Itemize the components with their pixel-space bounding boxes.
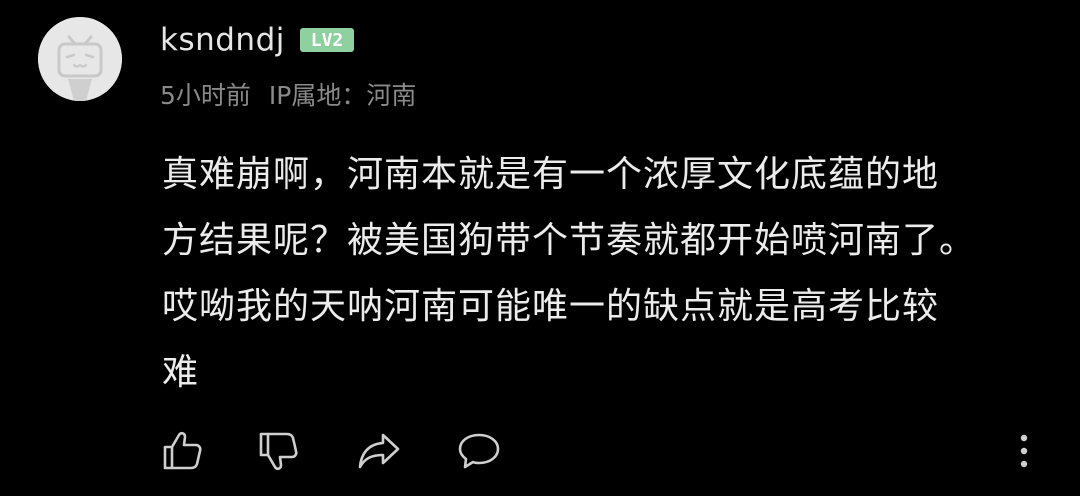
share-button[interactable] — [356, 428, 402, 474]
comment-time: 5小时前 — [160, 81, 251, 110]
comment-actions — [0, 420, 1080, 480]
thumbs-up-icon — [163, 431, 202, 470]
comment-line: 方结果呢？被美国狗带个节奏就都开始喷河南了。 — [162, 220, 977, 261]
reply-bubble-icon — [458, 433, 500, 469]
comment-text[interactable]: 真难崩啊，河南本就是有一个浓厚文化底蕴的地 方结果呢？被美国狗带个节奏就都开始喷… — [162, 142, 1042, 406]
comment-line: 哎呦我的天呐河南可能唯一的缺点就是高考比较 — [162, 286, 940, 327]
ip-location: IP属地：河南 — [268, 81, 417, 110]
reply-button[interactable] — [456, 428, 502, 474]
dislike-button[interactable] — [256, 428, 302, 474]
more-vertical-icon — [1020, 434, 1028, 468]
comment-meta: 5小时前 IP属地：河南 — [160, 76, 416, 112]
comment-line: 真难崩啊，河南本就是有一个浓厚文化底蕴的地 — [162, 154, 940, 195]
share-icon — [358, 433, 400, 469]
username[interactable]: ksndndj — [160, 22, 285, 58]
more-button[interactable] — [1002, 428, 1046, 474]
bilibili-tv-avatar-icon — [38, 17, 122, 101]
thumbs-down-icon — [259, 432, 298, 471]
comment-line: 难 — [162, 352, 200, 393]
avatar[interactable] — [38, 17, 122, 101]
level-badge: LV2 — [299, 27, 355, 53]
user-row: ksndndj LV2 — [160, 18, 355, 62]
level-badge-text: LV2 — [311, 30, 344, 51]
like-button[interactable] — [160, 428, 206, 474]
